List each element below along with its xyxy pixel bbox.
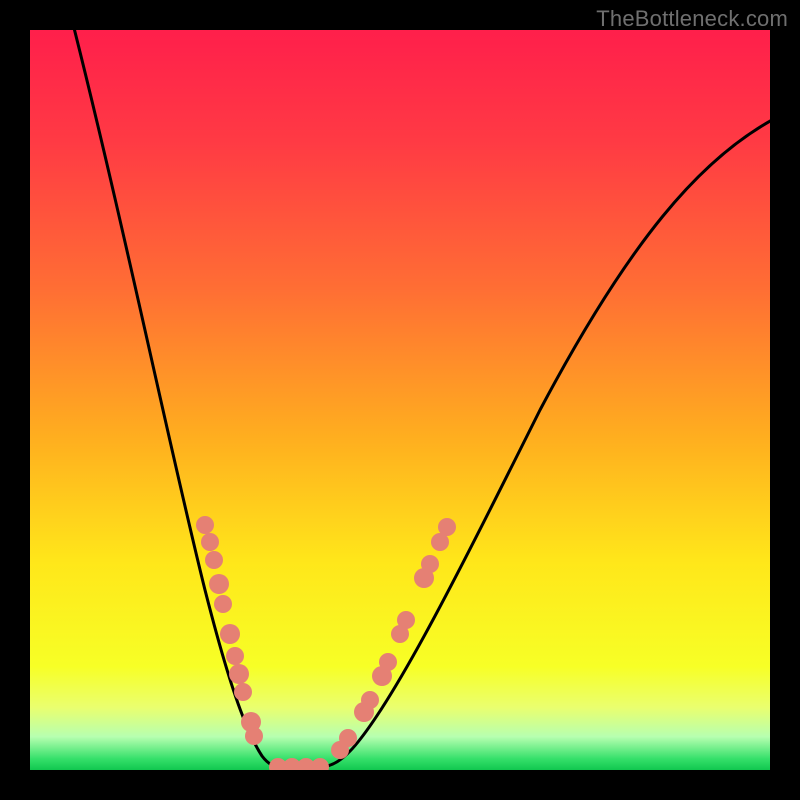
data-marker xyxy=(229,664,249,684)
chart-frame: TheBottleneck.com xyxy=(0,0,800,800)
data-marker xyxy=(214,595,232,613)
data-marker xyxy=(209,574,229,594)
plot-area xyxy=(30,30,770,770)
data-marker xyxy=(201,533,219,551)
data-marker xyxy=(379,653,397,671)
data-marker xyxy=(339,729,357,747)
data-marker xyxy=(245,727,263,745)
data-marker xyxy=(397,611,415,629)
data-marker xyxy=(196,516,214,534)
curve-left-curve xyxy=(72,30,280,767)
data-marker xyxy=(226,647,244,665)
data-marker xyxy=(438,518,456,536)
data-marker xyxy=(234,683,252,701)
data-marker xyxy=(421,555,439,573)
curves-layer xyxy=(30,30,770,770)
watermark-text: TheBottleneck.com xyxy=(596,6,788,32)
data-marker xyxy=(361,691,379,709)
data-marker xyxy=(220,624,240,644)
data-marker xyxy=(205,551,223,569)
data-marker xyxy=(311,758,329,770)
